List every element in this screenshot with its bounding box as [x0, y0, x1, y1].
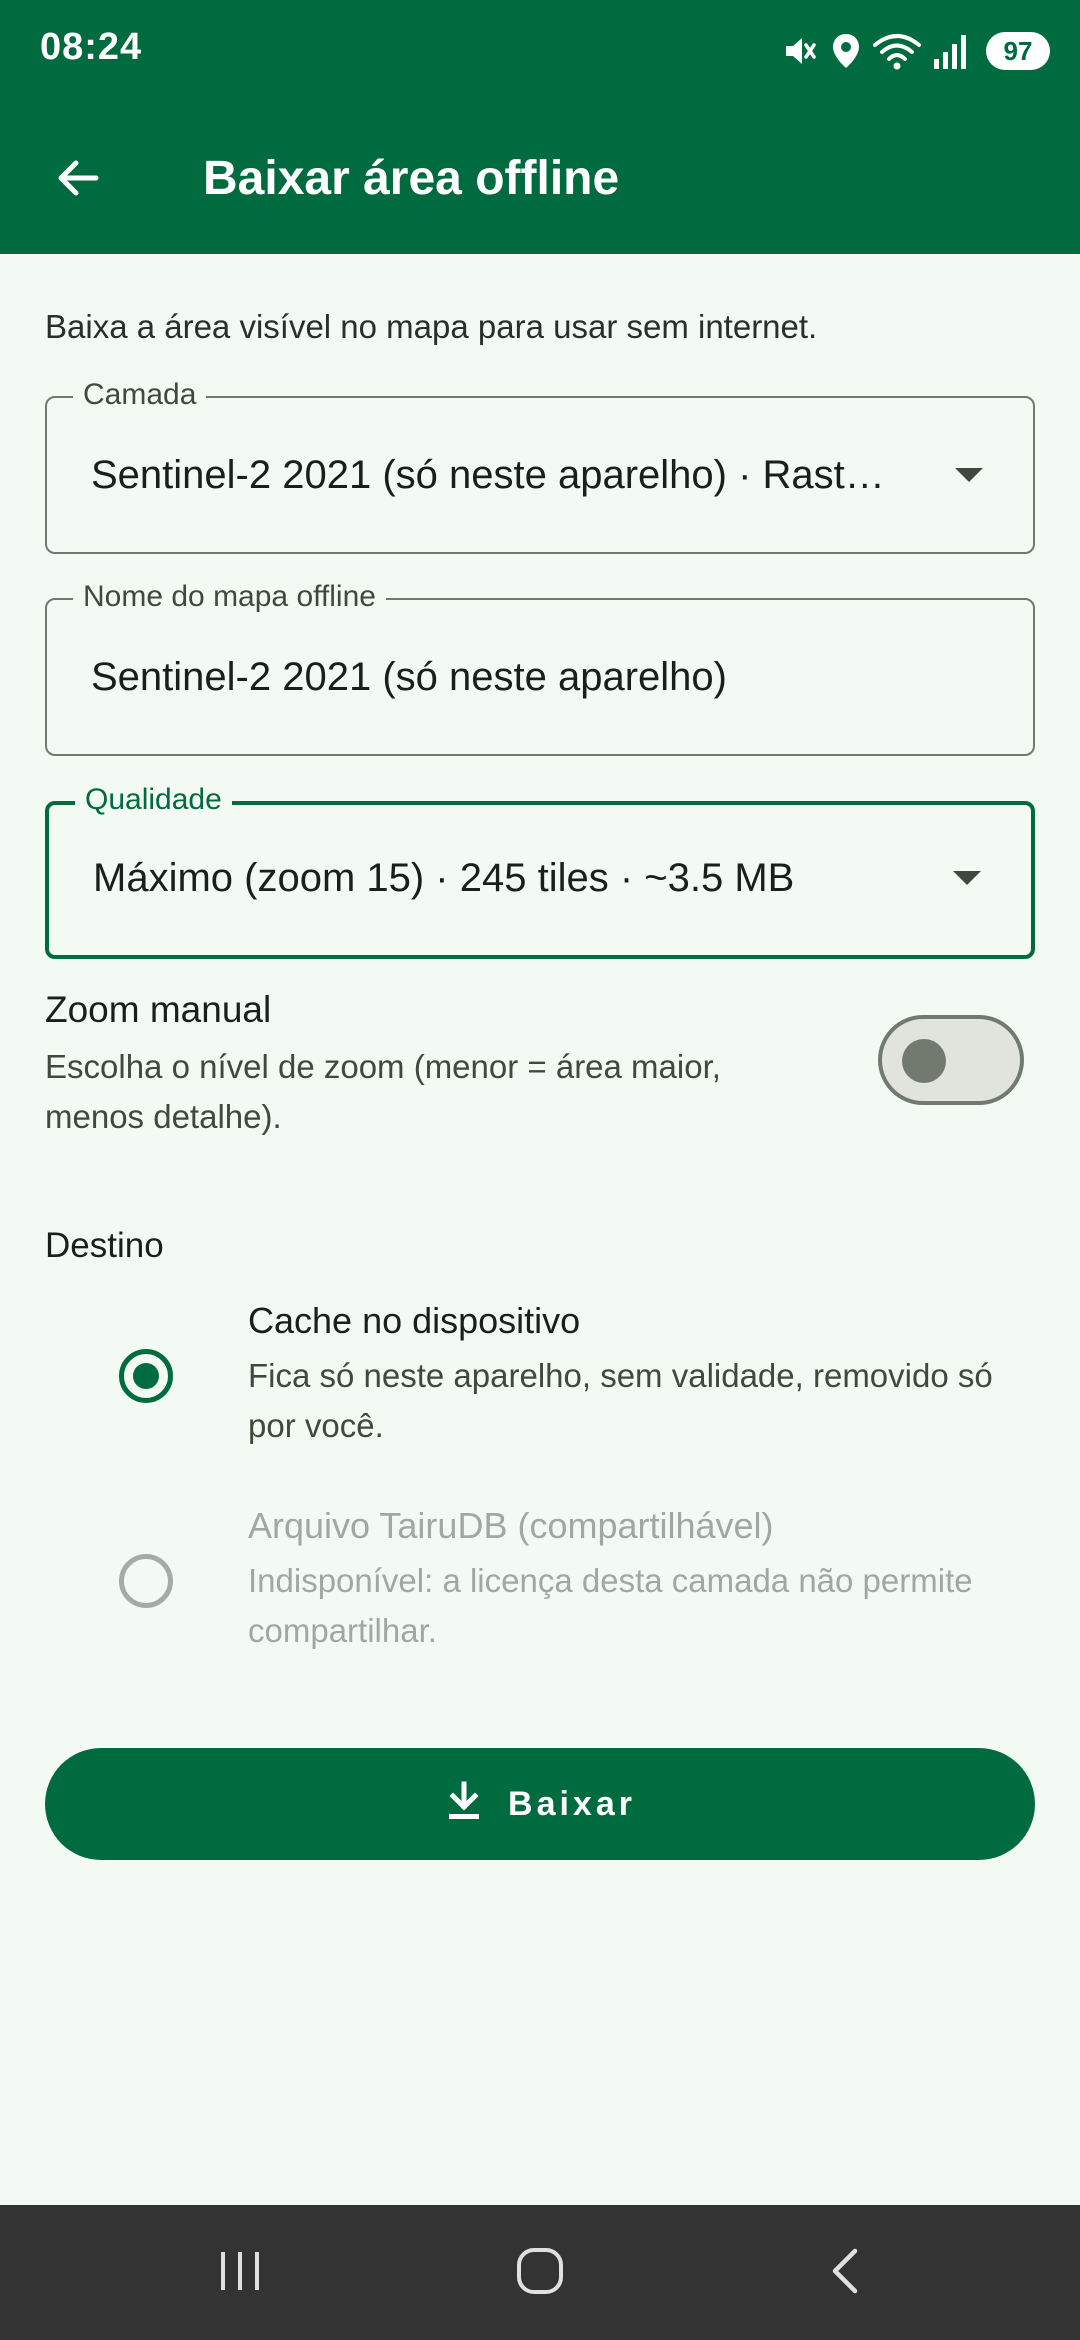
system-nav-bar [0, 2205, 1080, 2340]
back-button[interactable] [30, 132, 126, 228]
option-description: Indisponível: a licença desta camada não… [248, 1562, 973, 1649]
arrow-left-icon [52, 152, 104, 209]
home-button[interactable] [490, 2235, 590, 2311]
zoom-manual-title: Zoom manual [45, 989, 272, 1030]
download-button[interactable]: Baixar [45, 1748, 1035, 1860]
map-name-field-label: Nome do mapa offline [73, 576, 386, 618]
download-button-label: Baixar [508, 1784, 636, 1823]
mute-icon [780, 31, 820, 71]
destination-option-device-cache[interactable]: Cache no dispositivo Fica só neste apare… [0, 1297, 1080, 1467]
page-title: Baixar área offline [203, 152, 620, 205]
option-title: Arquivo TairuDB (compartilhável) [248, 1505, 774, 1546]
radio-button-selected[interactable] [119, 1349, 173, 1403]
signal-icon [932, 31, 968, 71]
radio-button-disabled [119, 1554, 173, 1608]
dropdown-arrow-icon [953, 871, 981, 885]
recent-apps-icon [215, 2246, 265, 2301]
zoom-manual-row: Zoom manual Escolha o nível de zoom (men… [0, 980, 1080, 1150]
back-icon [823, 2245, 867, 2302]
status-time: 08:24 [40, 26, 143, 68]
wifi-icon [872, 31, 922, 71]
map-name-field-value: Sentinel-2 2021 (só neste aparelho) [91, 655, 727, 699]
home-icon [514, 2245, 566, 2302]
page-description: Baixa a área visível no mapa para usar s… [45, 308, 818, 345]
destination-heading: Destino [45, 1226, 164, 1265]
recent-apps-button[interactable] [190, 2235, 290, 2311]
status-bar: 08:24 97 [0, 0, 1080, 104]
zoom-manual-switch[interactable] [878, 1015, 1024, 1105]
layer-field-value: Sentinel-2 2021 (só neste aparelho) · Ra… [91, 453, 885, 497]
quality-field-value: Máximo (zoom 15) · 245 tiles · ~3.5 MB [93, 856, 795, 900]
map-name-input[interactable]: Nome do mapa offline Sentinel-2 2021 (só… [45, 576, 1035, 756]
option-title: Cache no dispositivo [248, 1300, 581, 1341]
switch-thumb [902, 1039, 946, 1083]
location-icon [830, 31, 862, 71]
quality-dropdown[interactable]: Qualidade Máximo (zoom 15) · 245 tiles ·… [45, 779, 1035, 959]
layer-field-label: Camada [73, 374, 207, 416]
zoom-manual-description: Escolha o nível de zoom (menor = área ma… [45, 1048, 721, 1135]
status-icons: 97 [780, 28, 1050, 74]
quality-field-label: Qualidade [75, 779, 232, 821]
app-bar: Baixar área offline [0, 104, 1080, 254]
dropdown-arrow-icon [955, 468, 983, 482]
nav-back-button[interactable] [795, 2235, 895, 2311]
destination-option-tairudb-file: Arquivo TairuDB (compartilhável) Indispo… [0, 1502, 1080, 1672]
battery-indicator: 97 [986, 32, 1050, 70]
radio-dot [133, 1363, 159, 1389]
layer-dropdown[interactable]: Camada Sentinel-2 2021 (só neste aparelh… [45, 374, 1035, 554]
option-description: Fica só neste aparelho, sem validade, re… [248, 1357, 993, 1444]
download-icon [444, 1780, 484, 1829]
